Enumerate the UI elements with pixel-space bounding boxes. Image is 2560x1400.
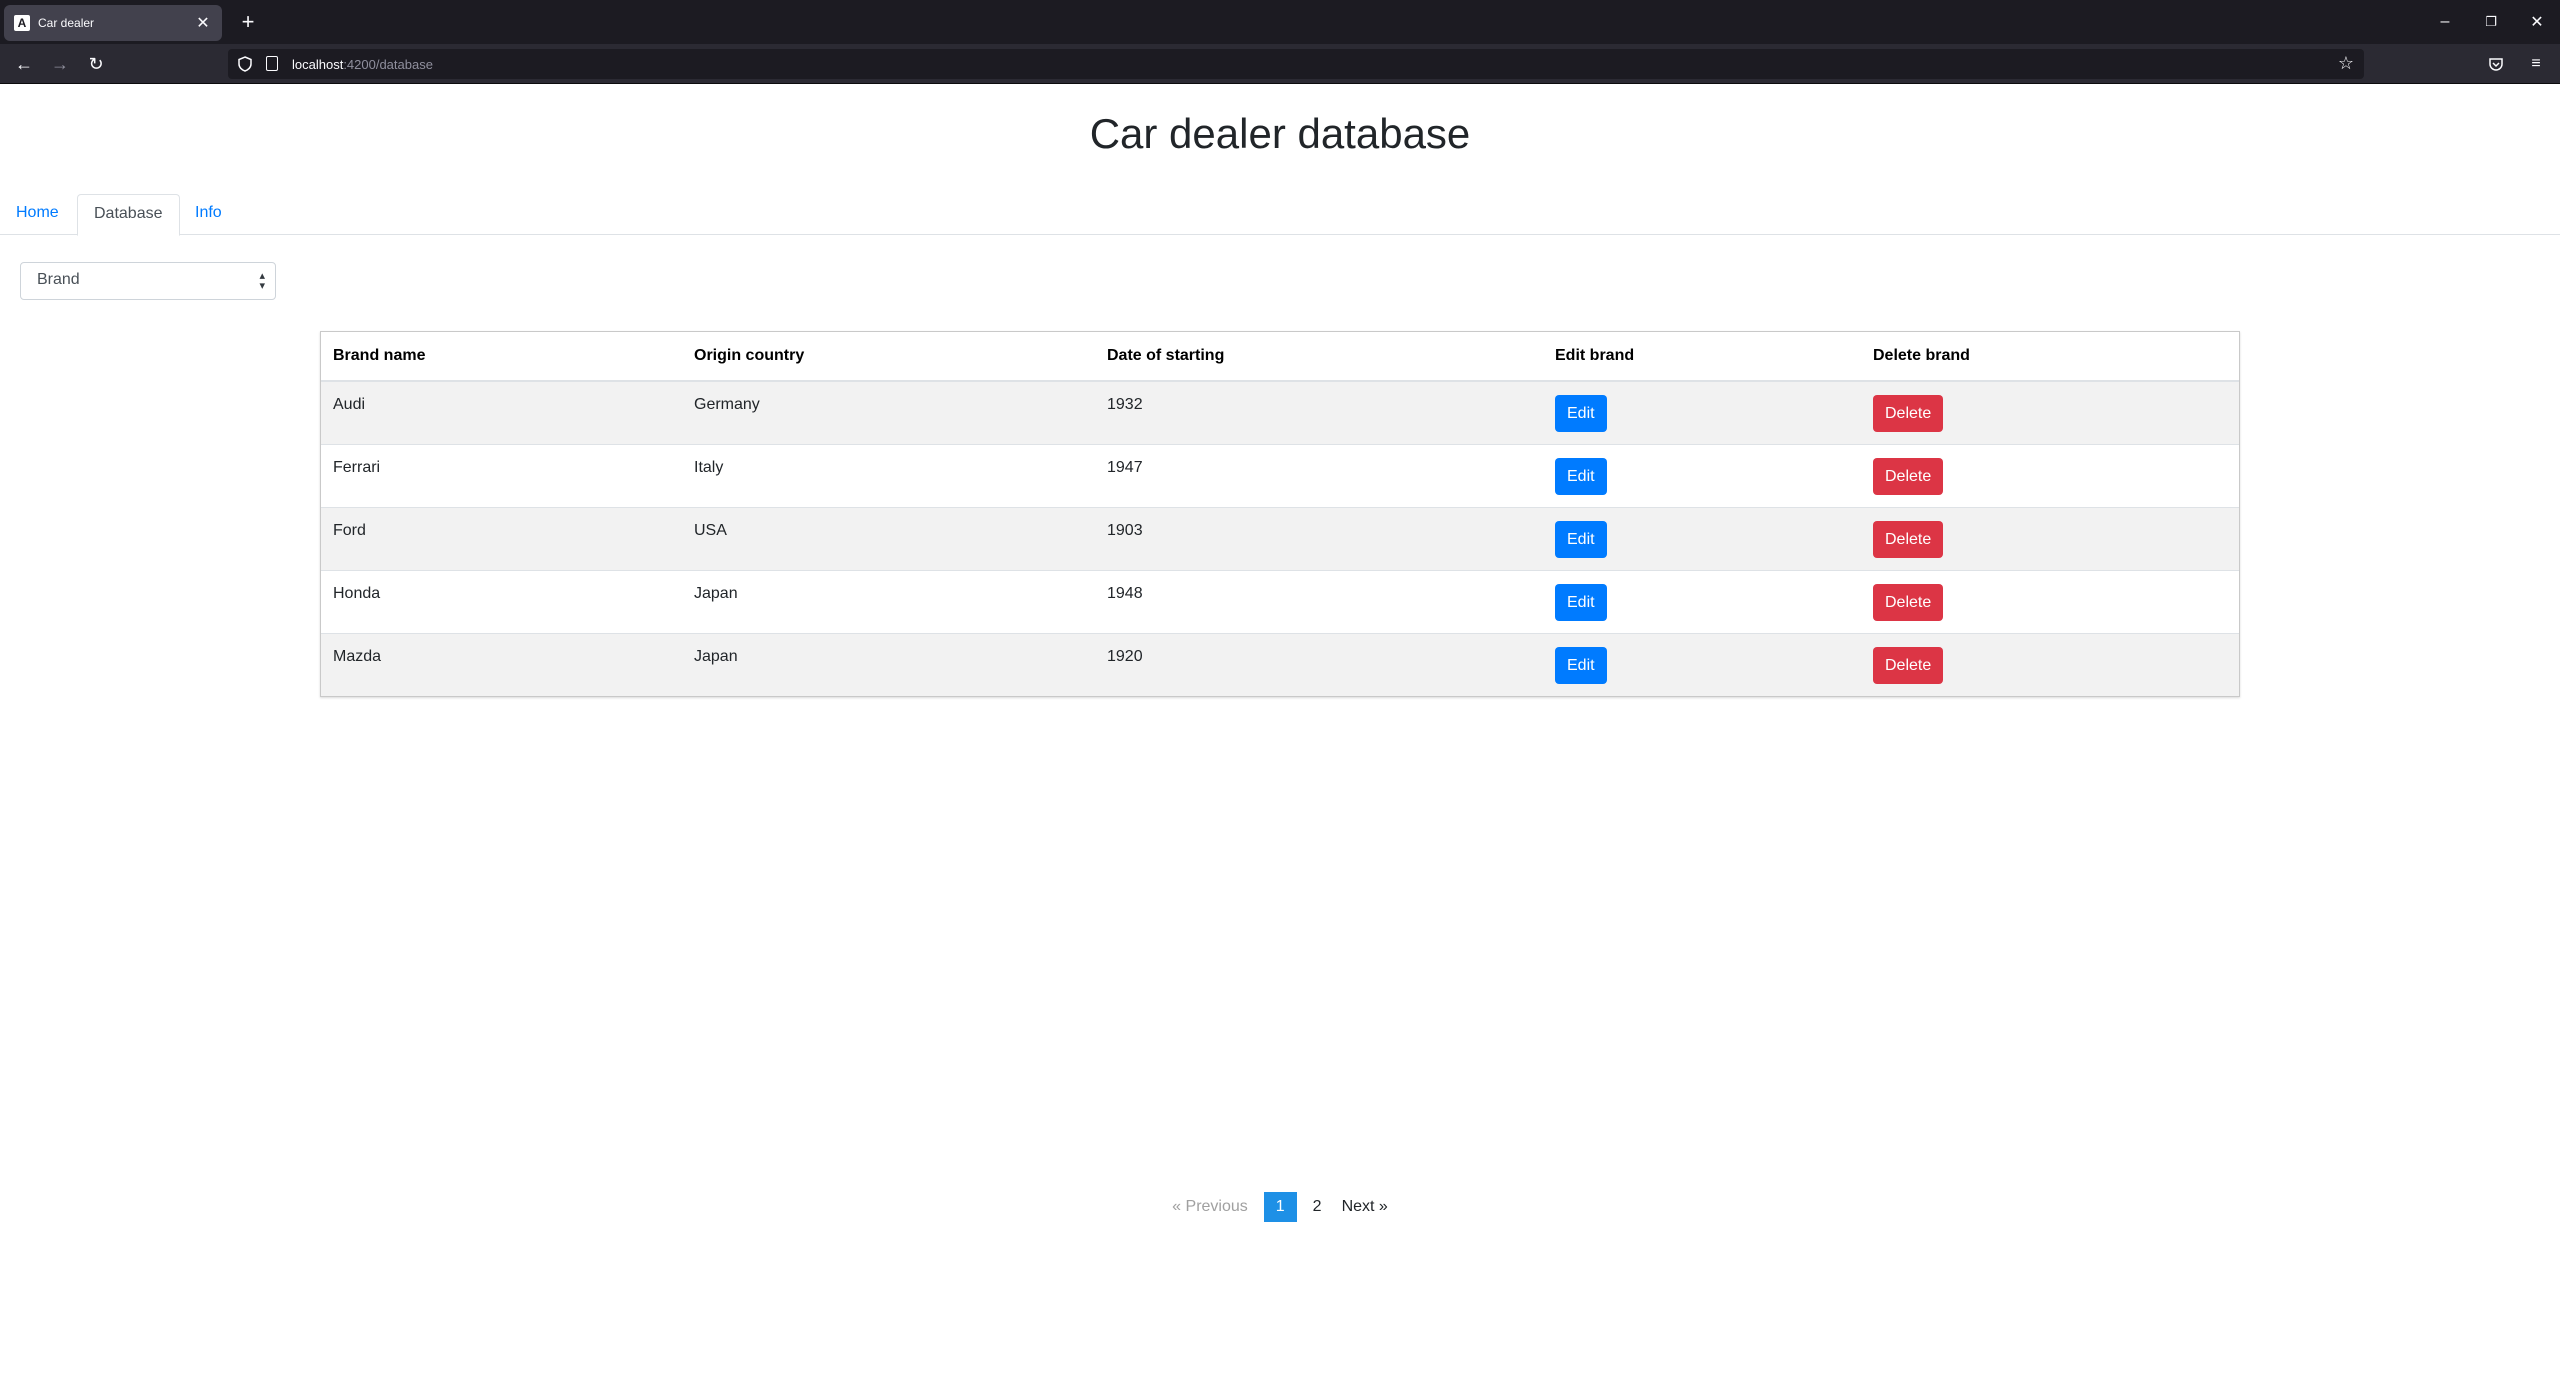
tab-database[interactable]: Database: [77, 194, 180, 236]
browser-nav-bar: ← → ↻ localhost:4200/database ☆ ≡: [0, 44, 2560, 84]
page-2-button[interactable]: 2: [1303, 1192, 1332, 1222]
reload-icon[interactable]: ↻: [82, 50, 110, 78]
window-close-icon[interactable]: ✕: [2522, 8, 2552, 36]
select-caret-icon: ▴ ▾: [259, 270, 265, 292]
edit-cell: Edit: [1543, 506, 1861, 570]
close-tab-icon[interactable]: ✕: [194, 13, 212, 33]
origin-country-cell: Japan: [682, 569, 1095, 633]
table-header-row: Brand name Origin country Date of starti…: [321, 332, 2239, 382]
delete-button[interactable]: Delete: [1873, 395, 1944, 432]
minimize-icon[interactable]: –: [2430, 8, 2460, 36]
date-of-starting-cell: 1903: [1095, 506, 1543, 570]
origin-country-cell: Germany: [682, 380, 1095, 444]
tab-home[interactable]: Home: [0, 194, 75, 235]
date-of-starting-cell: 1948: [1095, 569, 1543, 633]
browser-tab[interactable]: A Car dealer ✕: [4, 5, 222, 41]
column-header-brand-name: Brand name: [321, 332, 682, 382]
category-select[interactable]: Brand ▴ ▾: [20, 262, 276, 300]
forward-icon[interactable]: →: [46, 50, 74, 78]
origin-country-cell: Japan: [682, 632, 1095, 696]
edit-cell: Edit: [1543, 632, 1861, 696]
date-of-starting-cell: 1920: [1095, 632, 1543, 696]
delete-cell: Delete: [1861, 443, 2239, 507]
page-1-button[interactable]: 1: [1263, 1192, 1297, 1222]
tab-info[interactable]: Info: [179, 194, 238, 235]
edit-button[interactable]: Edit: [1555, 646, 1607, 684]
page-icon: [266, 56, 278, 71]
column-header-edit-brand: Edit brand: [1543, 332, 1861, 382]
angular-favicon-icon: A: [14, 15, 30, 31]
table-row: Ford USA 1903 Edit Delete: [321, 506, 2239, 570]
pagination: « Previous 1 2 Next »: [0, 1192, 2560, 1222]
restore-icon[interactable]: ❐: [2476, 8, 2506, 36]
delete-button[interactable]: Delete: [1873, 457, 1944, 495]
date-of-starting-cell: 1932: [1095, 380, 1543, 444]
delete-button[interactable]: Delete: [1873, 583, 1944, 621]
origin-country-cell: Italy: [682, 443, 1095, 507]
delete-cell: Delete: [1861, 569, 2239, 633]
url-bar[interactable]: localhost:4200/database ☆: [228, 49, 2364, 79]
bookmark-star-icon[interactable]: ☆: [2338, 53, 2354, 74]
table-row: Ferrari Italy 1947 Edit Delete: [321, 443, 2239, 507]
delete-button[interactable]: Delete: [1873, 520, 1944, 558]
delete-cell: Delete: [1861, 506, 2239, 570]
nav-tabs: Home Database Info: [0, 194, 2560, 236]
browser-tab-bar: A Car dealer ✕ + – ❐ ✕: [0, 0, 2560, 44]
brand-name-cell: Honda: [321, 569, 682, 633]
table-row: Honda Japan 1948 Edit Delete: [321, 569, 2239, 633]
brand-name-cell: Mazda: [321, 632, 682, 696]
column-header-origin-country: Origin country: [682, 332, 1095, 382]
edit-cell: Edit: [1543, 569, 1861, 633]
edit-button[interactable]: Edit: [1555, 457, 1607, 495]
menu-icon[interactable]: ≡: [2522, 50, 2550, 78]
category-select-value: Brand: [37, 271, 80, 288]
delete-cell: Delete: [1861, 380, 2239, 444]
brand-name-cell: Ford: [321, 506, 682, 570]
column-header-date-of-starting: Date of starting: [1095, 332, 1543, 382]
back-icon[interactable]: ←: [10, 50, 38, 78]
brands-table: Brand name Origin country Date of starti…: [320, 331, 2240, 697]
origin-country-cell: USA: [682, 506, 1095, 570]
next-page-button[interactable]: Next »: [1332, 1192, 1398, 1222]
browser-tab-title: Car dealer: [38, 16, 95, 30]
shield-icon: [238, 56, 252, 72]
delete-cell: Delete: [1861, 632, 2239, 696]
edit-button[interactable]: Edit: [1555, 583, 1607, 621]
table-row: Mazda Japan 1920 Edit Delete: [321, 632, 2239, 696]
brand-name-cell: Audi: [321, 380, 682, 444]
edit-cell: Edit: [1543, 443, 1861, 507]
brand-name-cell: Ferrari: [321, 443, 682, 507]
date-of-starting-cell: 1947: [1095, 443, 1543, 507]
url-text[interactable]: localhost:4200/database: [292, 57, 433, 72]
page-title: Car dealer database: [1089, 110, 1471, 157]
edit-button[interactable]: Edit: [1555, 520, 1607, 558]
pocket-icon[interactable]: [2488, 56, 2504, 72]
table-row: Audi Germany 1932 Edit Delete: [321, 380, 2239, 444]
previous-page-button[interactable]: « Previous: [1162, 1192, 1258, 1222]
edit-cell: Edit: [1543, 380, 1861, 444]
new-tab-icon[interactable]: +: [234, 8, 262, 36]
column-header-delete-brand: Delete brand: [1861, 332, 2239, 382]
delete-button[interactable]: Delete: [1873, 646, 1944, 684]
edit-button[interactable]: Edit: [1555, 395, 1607, 432]
